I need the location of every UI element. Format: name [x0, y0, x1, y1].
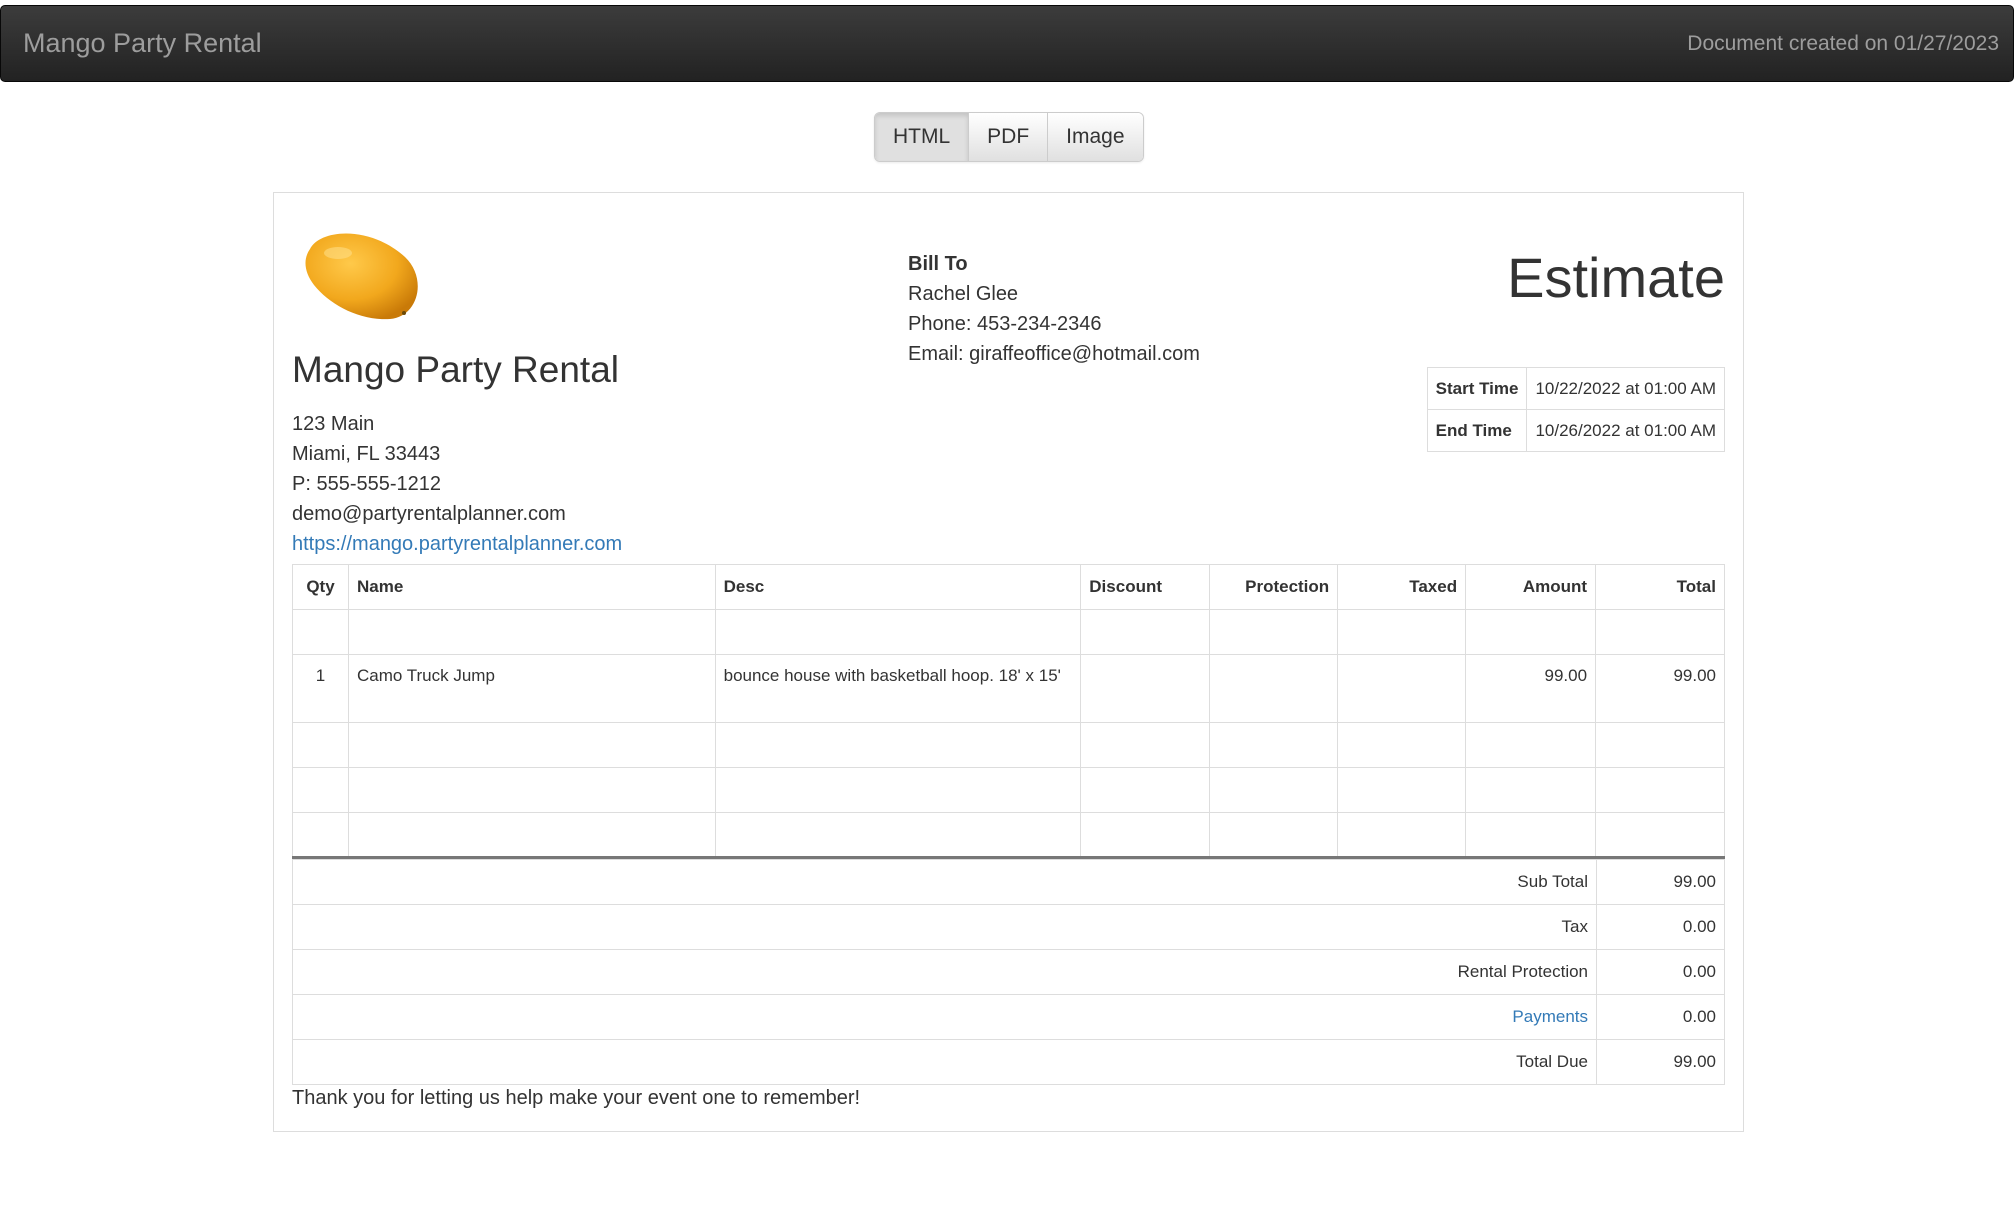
end-time-label: End Time: [1426, 409, 1528, 452]
bill-to-label: Bill To: [908, 253, 968, 275]
company-contact: 123 Main Miami, FL 33443 P: 555-555-1212…: [292, 409, 622, 559]
payments-row: Payments 0.00: [292, 994, 1725, 1040]
totals-table: Sub Total 99.00 Tax 0.00 Rental Protecti…: [292, 859, 1725, 1085]
total-due-row: Total Due 99.00: [292, 1039, 1725, 1085]
brand-link[interactable]: Mango Party Rental: [23, 28, 262, 59]
company-name: Mango Party Rental: [292, 349, 620, 390]
tax-label: Tax: [292, 904, 1597, 950]
customer-phone: Phone: 453-234-2346: [908, 313, 1102, 335]
event-times-table: Start Time 10/22/2022 at 01:00 AM End Ti…: [1426, 367, 1725, 452]
item-desc: bounce house with basketball hoop. 18' x…: [714, 654, 1082, 723]
format-button-group: HTML PDF Image: [874, 112, 1144, 162]
item-total: 99.00: [1595, 654, 1725, 723]
company-address-line2: Miami, FL 33443: [292, 443, 441, 465]
payments-value: 0.00: [1596, 994, 1725, 1040]
item-qty: 1: [292, 654, 349, 723]
end-time-row: End Time 10/26/2022 at 01:00 AM: [1426, 409, 1725, 452]
table-row: 1 Camo Truck Jump bounce house with bask…: [292, 654, 1725, 723]
subtotal-value: 99.00: [1596, 859, 1725, 905]
total-header: Total: [1595, 564, 1725, 610]
item-discount: [1080, 654, 1211, 723]
html-format-button[interactable]: HTML: [875, 113, 970, 161]
rental-protection-value: 0.00: [1596, 949, 1725, 995]
estimate-document: Mango Party Rental 123 Main Miami, FL 33…: [273, 192, 1744, 1132]
company-phone: P: 555-555-1212: [292, 473, 442, 495]
item-name: Camo Truck Jump: [347, 654, 716, 723]
qty-header: Qty: [292, 564, 349, 610]
name-header: Name: [347, 564, 716, 610]
start-time-row: Start Time 10/22/2022 at 01:00 AM: [1426, 367, 1725, 410]
top-navbar: Mango Party Rental Document created on 0…: [0, 5, 2014, 82]
subtotal-label: Sub Total: [292, 859, 1597, 905]
rental-protection-label: Rental Protection: [292, 949, 1597, 995]
tax-value: 0.00: [1596, 904, 1725, 950]
discount-header: Discount: [1080, 564, 1211, 610]
desc-header: Desc: [714, 564, 1082, 610]
document-created-date: Document created on 01/27/2023: [1687, 31, 1999, 55]
subtotal-row: Sub Total 99.00: [292, 859, 1725, 905]
total-due-value: 99.00: [1596, 1039, 1725, 1085]
table-row-empty: [292, 767, 1725, 813]
amount-header: Amount: [1465, 564, 1597, 610]
customer-name: Rachel Glee: [908, 283, 1019, 305]
bill-to-block: Bill To Rachel Glee Phone: 453-234-2346 …: [908, 249, 1200, 369]
item-taxed: [1337, 654, 1467, 723]
table-row-empty: [292, 722, 1725, 768]
payments-link[interactable]: Payments: [1512, 1007, 1588, 1026]
table-row-empty: [292, 812, 1725, 859]
line-items-table: Qty Name Desc Discount Protection Taxed …: [292, 564, 1725, 859]
table-header-row: Qty Name Desc Discount Protection Taxed …: [292, 564, 1725, 610]
thank-you-note: Thank you for letting us help make your …: [292, 1087, 861, 1109]
item-protection: [1209, 654, 1339, 723]
document-type-title: Estimate: [1507, 246, 1725, 309]
image-format-button[interactable]: Image: [1048, 113, 1143, 161]
total-due-label: Total Due: [292, 1039, 1597, 1085]
company-address-line1: 123 Main: [292, 413, 375, 435]
start-time-label: Start Time: [1426, 367, 1528, 410]
rental-protection-row: Rental Protection 0.00: [292, 949, 1725, 995]
taxed-header: Taxed: [1337, 564, 1467, 610]
company-email: demo@partyrentalplanner.com: [292, 503, 566, 525]
company-website-link[interactable]: https://mango.partyrentalplanner.com: [292, 533, 622, 555]
pdf-format-button[interactable]: PDF: [969, 113, 1049, 161]
tax-row: Tax 0.00: [292, 904, 1725, 950]
end-time-value: 10/26/2022 at 01:00 AM: [1526, 409, 1725, 452]
protection-header: Protection: [1209, 564, 1339, 610]
table-row-empty: [292, 609, 1725, 655]
customer-email: Email: giraffeoffice@hotmail.com: [908, 343, 1200, 365]
start-time-value: 10/22/2022 at 01:00 AM: [1526, 367, 1725, 410]
item-amount: 99.00: [1465, 654, 1597, 723]
mango-logo: [305, 233, 418, 320]
